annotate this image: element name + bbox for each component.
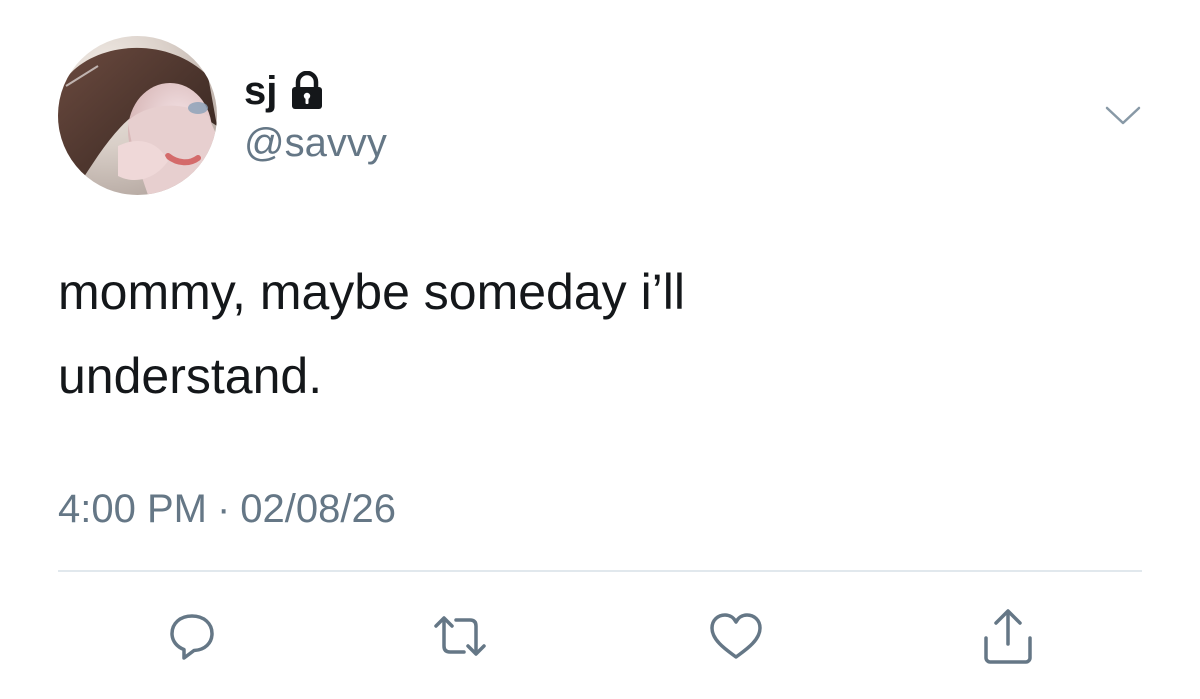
lock-icon [292, 71, 323, 109]
reply-button[interactable] [160, 604, 224, 668]
divider [58, 570, 1142, 572]
reply-icon [170, 614, 214, 660]
tweet-text: mommy, maybe someday i’ll understand. [58, 264, 686, 404]
like-button[interactable] [704, 604, 768, 668]
user-handle[interactable]: @savvy [244, 118, 387, 168]
tweet-time: 4:00 PM [58, 487, 207, 531]
retweet-button[interactable] [428, 604, 492, 668]
tweet-timestamp[interactable]: 4:00 PM · 02/08/26 [58, 484, 396, 534]
user-name-row[interactable]: sj [244, 66, 325, 116]
avatar-photo [58, 36, 217, 195]
tweet-card: sj @savvy mommy, maybe someday i’ll unde… [0, 0, 1200, 699]
tweet-actions [0, 604, 1200, 668]
retweet-icon [434, 616, 486, 656]
avatar[interactable] [58, 36, 217, 195]
share-button[interactable] [976, 604, 1040, 668]
timestamp-separator: · [216, 487, 231, 531]
display-name[interactable]: sj [244, 66, 277, 116]
tweet-date: 02/08/26 [240, 487, 396, 531]
like-icon [710, 613, 762, 659]
chevron-down-icon[interactable] [1104, 104, 1142, 128]
share-icon [984, 609, 1032, 664]
